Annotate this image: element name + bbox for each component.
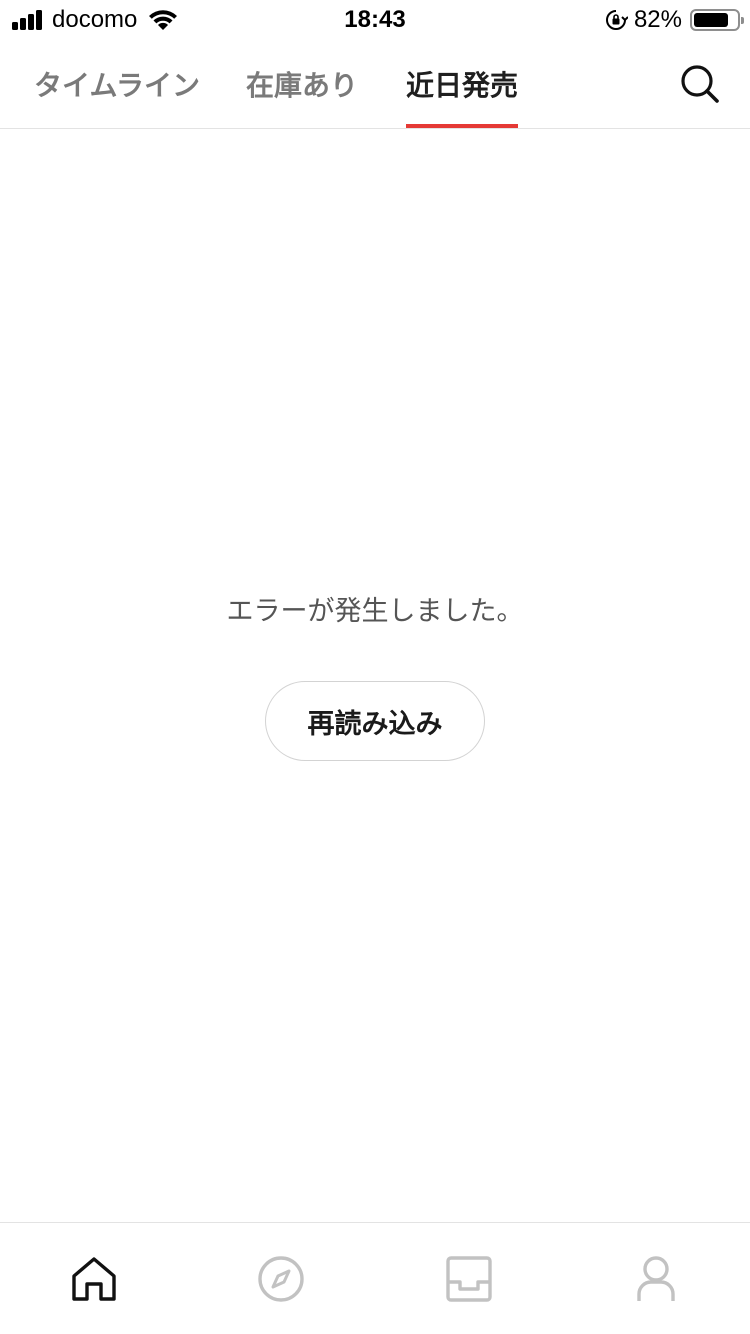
- battery-level: [694, 13, 728, 27]
- nav-profile[interactable]: [563, 1223, 750, 1334]
- app-screen: docomo 18:43 82% タイムライン 在庫あり 近日発売 エラーが発生…: [0, 0, 750, 1334]
- tab-coming-soon[interactable]: 近日発売: [406, 40, 519, 128]
- orientation-lock-icon: [605, 10, 628, 30]
- home-icon: [72, 1256, 116, 1301]
- top-tab-bar: タイムライン 在庫あり 近日発売: [0, 40, 750, 129]
- search-icon: [681, 65, 719, 103]
- nav-discover[interactable]: [188, 1223, 376, 1334]
- search-button[interactable]: [676, 60, 724, 108]
- tab-label: 在庫あり: [246, 69, 359, 102]
- tab-in-stock[interactable]: 在庫あり: [246, 40, 358, 128]
- profile-icon: [637, 1255, 675, 1301]
- tab-label: 近日発売: [406, 69, 519, 102]
- bottom-nav: [0, 1222, 750, 1334]
- status-right: 82%: [604, 6, 744, 34]
- inbox-icon: [446, 1255, 492, 1302]
- tab-label: タイムライン: [34, 69, 201, 102]
- error-message: エラーが発生しました。: [226, 596, 524, 627]
- compass-icon: [258, 1255, 304, 1302]
- battery-icon: [690, 9, 744, 31]
- battery-percent: 82%: [633, 6, 682, 33]
- reload-button[interactable]: 再読み込み: [265, 681, 485, 761]
- nav-home[interactable]: [0, 1223, 188, 1334]
- tab-timeline[interactable]: タイムライン: [34, 40, 200, 128]
- active-tab-indicator: [406, 124, 519, 128]
- nav-inbox[interactable]: [375, 1223, 563, 1334]
- main-content: エラーが発生しました。 再読み込み: [0, 129, 750, 1222]
- status-bar: docomo 18:43 82%: [0, 0, 750, 40]
